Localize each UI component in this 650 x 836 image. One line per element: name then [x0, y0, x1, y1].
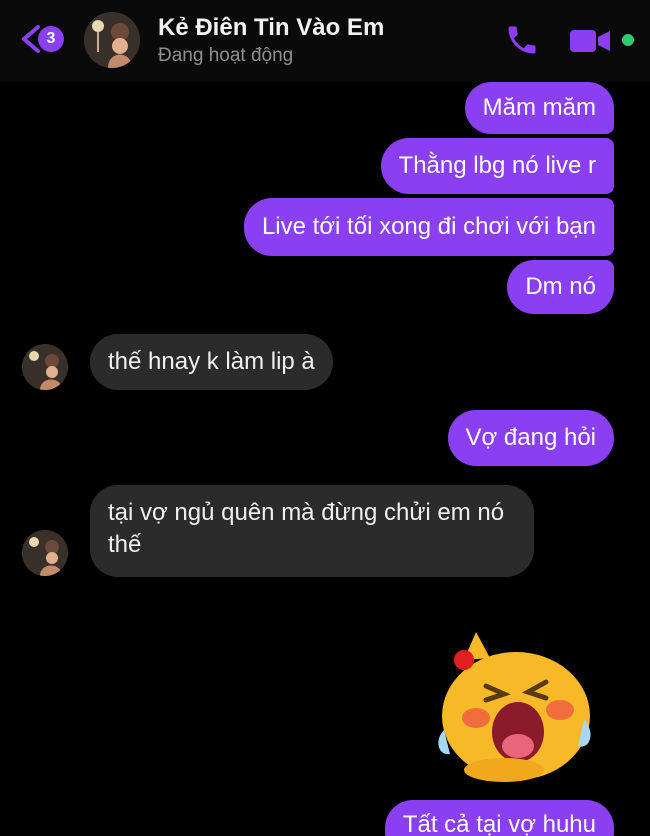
back-button[interactable]: 3 [18, 22, 70, 56]
message-received[interactable]: thế hnay k làm lip à [90, 334, 333, 390]
contact-avatar-small[interactable] [22, 530, 68, 576]
avatar-image [22, 344, 68, 390]
crying-sticker-icon[interactable] [424, 620, 600, 788]
message-sent[interactable]: Thằng lbg nó live r [380, 138, 614, 194]
message-sent[interactable]: Măm măm [464, 82, 614, 134]
message-sent[interactable]: Live tới tối xong đi chơi với bạn [243, 198, 614, 256]
online-indicator [622, 34, 634, 46]
message-sent[interactable]: Dm nó [507, 260, 614, 314]
message-sent[interactable]: Tất cả tại vợ huhu [384, 800, 614, 836]
avatar-image [22, 530, 68, 576]
phone-icon[interactable] [504, 22, 540, 58]
video-call-icon[interactable] [568, 26, 612, 56]
unread-badge: 3 [38, 26, 64, 52]
message-received[interactable]: tại vợ ngủ quên mà đừng chửi em nó thế [90, 485, 534, 577]
chat-header: 3 Kẻ Điên Tin Vào Em Đang hoạt động [0, 0, 650, 82]
message-sent[interactable]: Vợ đang hỏi [447, 410, 614, 466]
contact-avatar[interactable] [84, 12, 140, 68]
avatar-image [84, 12, 140, 68]
active-status: Đang hoạt động [158, 45, 294, 66]
contact-avatar-small[interactable] [22, 344, 68, 390]
chat-screen: 3 Kẻ Điên Tin Vào Em Đang hoạt động Măm … [0, 0, 650, 836]
contact-name: Kẻ Điên Tin Vào Em [158, 14, 385, 41]
